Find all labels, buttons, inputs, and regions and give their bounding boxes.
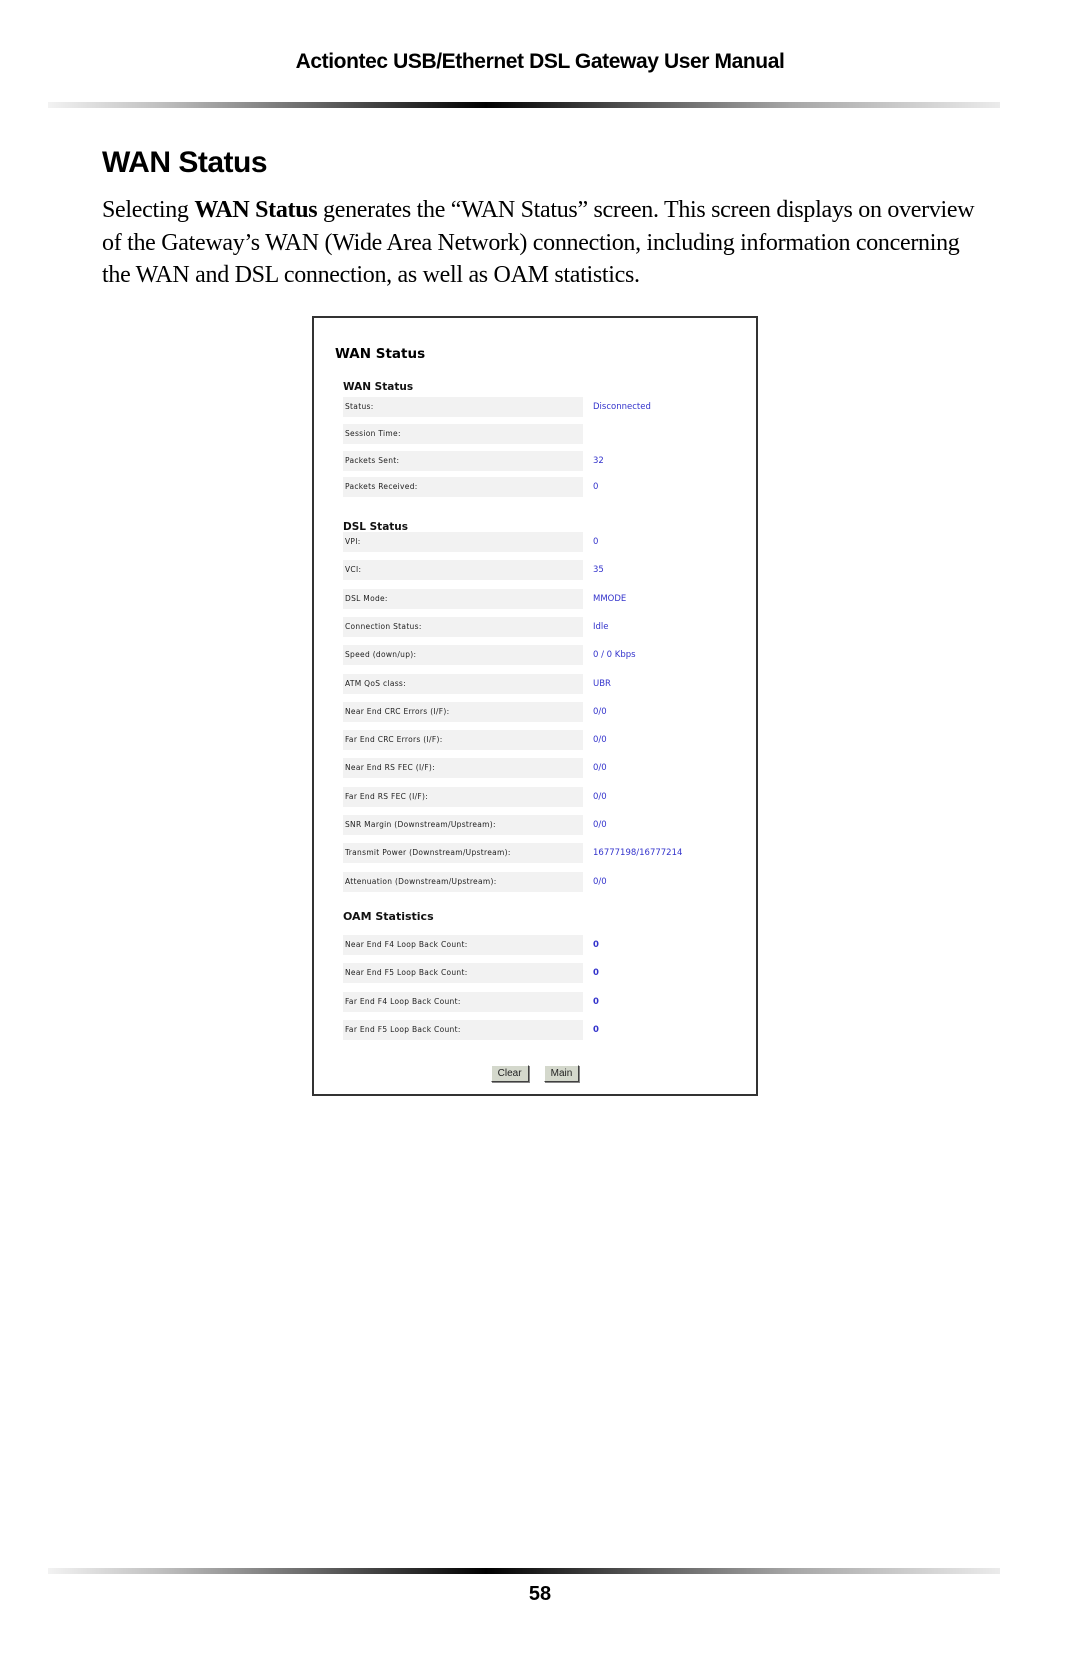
status-row: Session Time: bbox=[343, 423, 763, 444]
screen-title: WAN Status bbox=[335, 346, 426, 362]
status-row: Packets Received: 0 bbox=[343, 477, 763, 498]
wan-status-heading: WAN Status bbox=[343, 381, 414, 393]
status-row-label: Far End RS FEC (I/F): bbox=[343, 786, 583, 807]
status-row: Near End F4 Loop Back Count: 0 bbox=[343, 935, 763, 955]
status-row-value: 0 bbox=[593, 482, 599, 493]
status-row-label: Attenuation (Downstream/Upstream): bbox=[343, 871, 583, 892]
status-row: VPI: 0 bbox=[343, 532, 763, 552]
status-row: ATM QoS class: UBR bbox=[343, 673, 763, 694]
status-row-value: 0 bbox=[593, 1024, 599, 1035]
status-row: Near End CRC Errors (I/F): 0/0 bbox=[343, 701, 763, 722]
status-row-value: 0 bbox=[593, 968, 599, 979]
status-row-value: 0 bbox=[593, 996, 599, 1007]
wan-status-screenshot: WAN Status WAN Status Status: Disconnecte… bbox=[312, 316, 758, 1096]
section-title: WAN Status bbox=[102, 146, 268, 179]
footer-divider bbox=[48, 1568, 1000, 1574]
status-row: Status: Disconnected bbox=[343, 397, 763, 417]
status-row-value: 0/0 bbox=[593, 791, 607, 802]
status-row-label: Far End CRC Errors (I/F): bbox=[343, 730, 583, 751]
status-row-label: Speed (down/up): bbox=[343, 645, 583, 666]
status-row-value: 35 bbox=[593, 565, 604, 576]
status-row-value: 0 bbox=[593, 940, 599, 950]
running-header: Actiontec USB/Ethernet DSL Gateway User … bbox=[295, 50, 785, 73]
header-divider bbox=[48, 102, 1000, 108]
status-row-label: Near End CRC Errors (I/F): bbox=[343, 701, 583, 722]
status-row: DSL Mode: MMODE bbox=[343, 588, 763, 609]
status-row-label: SNR Margin (Downstream/Upstream): bbox=[343, 815, 583, 835]
status-row-label: ATM QoS class: bbox=[343, 673, 583, 694]
status-row-value: 0 / 0 Kbps bbox=[593, 650, 636, 661]
status-row-label: Session Time: bbox=[343, 423, 583, 444]
status-row: Far End F5 Loop Back Count: 0 bbox=[343, 1019, 763, 1040]
status-row-label: Connection Status: bbox=[343, 616, 583, 637]
status-row-label: Near End F4 Loop Back Count: bbox=[343, 935, 583, 955]
status-row-label: Far End F4 Loop Back Count: bbox=[343, 991, 583, 1012]
button-bar: Clear Main bbox=[314, 1061, 756, 1082]
status-row-value: UBR bbox=[593, 678, 611, 689]
status-row: SNR Margin (Downstream/Upstream): 0/0 bbox=[343, 815, 763, 835]
status-row-value: 0/0 bbox=[593, 876, 607, 887]
status-row-label: Near End RS FEC (I/F): bbox=[343, 758, 583, 779]
status-row: Connection Status: Idle bbox=[343, 616, 763, 637]
status-row: Near End RS FEC (I/F): 0/0 bbox=[343, 758, 763, 779]
status-row-value: 0 bbox=[593, 537, 599, 547]
status-row: Packets Sent: 32 bbox=[343, 450, 763, 471]
status-row-label: Packets Sent: bbox=[343, 450, 583, 471]
status-row-value: MMODE bbox=[593, 593, 627, 604]
status-row-label: Status: bbox=[343, 397, 583, 417]
intro-paragraph: Selecting WAN Status generates the “WAN … bbox=[102, 194, 982, 292]
main-button[interactable]: Main bbox=[543, 1065, 580, 1082]
status-row-label: Transmit Power (Downstream/Upstream): bbox=[343, 843, 583, 864]
intro-prefix: Selecting bbox=[102, 197, 195, 223]
status-row-value: Disconnected bbox=[593, 402, 651, 412]
status-row-label: Far End F5 Loop Back Count: bbox=[343, 1019, 583, 1040]
status-row: VCI: 35 bbox=[343, 560, 763, 581]
status-row-label: VCI: bbox=[343, 560, 583, 581]
status-row-label: Near End F5 Loop Back Count: bbox=[343, 963, 583, 984]
status-row: Speed (down/up): 0 / 0 Kbps bbox=[343, 645, 763, 666]
status-row-value: 0/0 bbox=[593, 820, 607, 830]
status-row-value: 0/0 bbox=[593, 763, 607, 774]
intro-bold-term: WAN Status bbox=[194, 197, 318, 223]
status-row: Far End CRC Errors (I/F): 0/0 bbox=[343, 730, 763, 751]
status-row-label: DSL Mode: bbox=[343, 588, 583, 609]
oam-statistics-heading: OAM Statistics bbox=[343, 910, 434, 923]
status-row-value: 32 bbox=[593, 455, 604, 466]
page-number: 58 bbox=[528, 1583, 552, 1605]
status-row-value: 16777198/16777214 bbox=[593, 848, 683, 859]
status-row: Transmit Power (Downstream/Upstream): 167… bbox=[343, 843, 763, 864]
status-row-value: 0/0 bbox=[593, 735, 607, 746]
status-row-value: 0/0 bbox=[593, 706, 607, 717]
status-row: Near End F5 Loop Back Count: 0 bbox=[343, 963, 763, 984]
status-row-label: VPI: bbox=[343, 532, 583, 552]
status-row: Far End F4 Loop Back Count: 0 bbox=[343, 991, 763, 1012]
status-row: Far End RS FEC (I/F): 0/0 bbox=[343, 786, 763, 807]
status-row: Attenuation (Downstream/Upstream): 0/0 bbox=[343, 871, 763, 892]
clear-button[interactable]: Clear bbox=[490, 1065, 529, 1082]
status-row-value: Idle bbox=[593, 621, 609, 632]
status-row-label: Packets Received: bbox=[343, 477, 583, 498]
